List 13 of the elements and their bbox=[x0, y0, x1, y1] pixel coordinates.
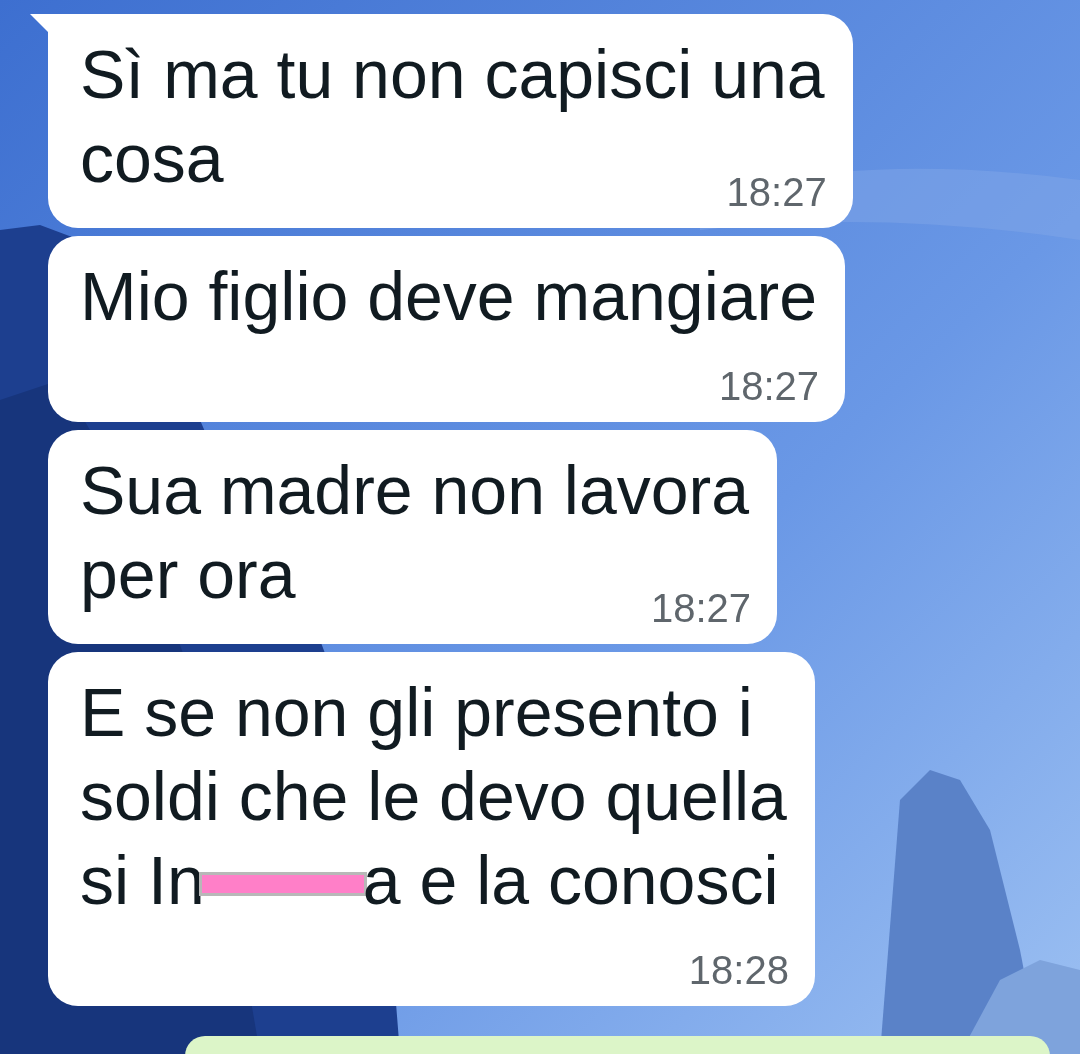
message-text: Sua madre non lavora bbox=[80, 451, 750, 530]
message-time: 18:27 bbox=[726, 169, 827, 216]
message-text: cosa bbox=[80, 119, 224, 198]
message-text: si In bbox=[80, 841, 205, 920]
message-time: 18:27 bbox=[718, 363, 820, 410]
message-time: 18:27 bbox=[650, 585, 752, 632]
message-text: soldi che le devo quella bbox=[80, 757, 787, 836]
message-text: Mio figlio deve mangiare bbox=[80, 257, 818, 336]
message-text: a e la conosci bbox=[362, 841, 779, 920]
message-time: 18:28 bbox=[688, 947, 789, 994]
message-text: Sì ma tu non capisci una bbox=[80, 35, 825, 114]
message-text: E se non gli presento i bbox=[80, 673, 753, 752]
message-text: per ora bbox=[80, 535, 296, 614]
